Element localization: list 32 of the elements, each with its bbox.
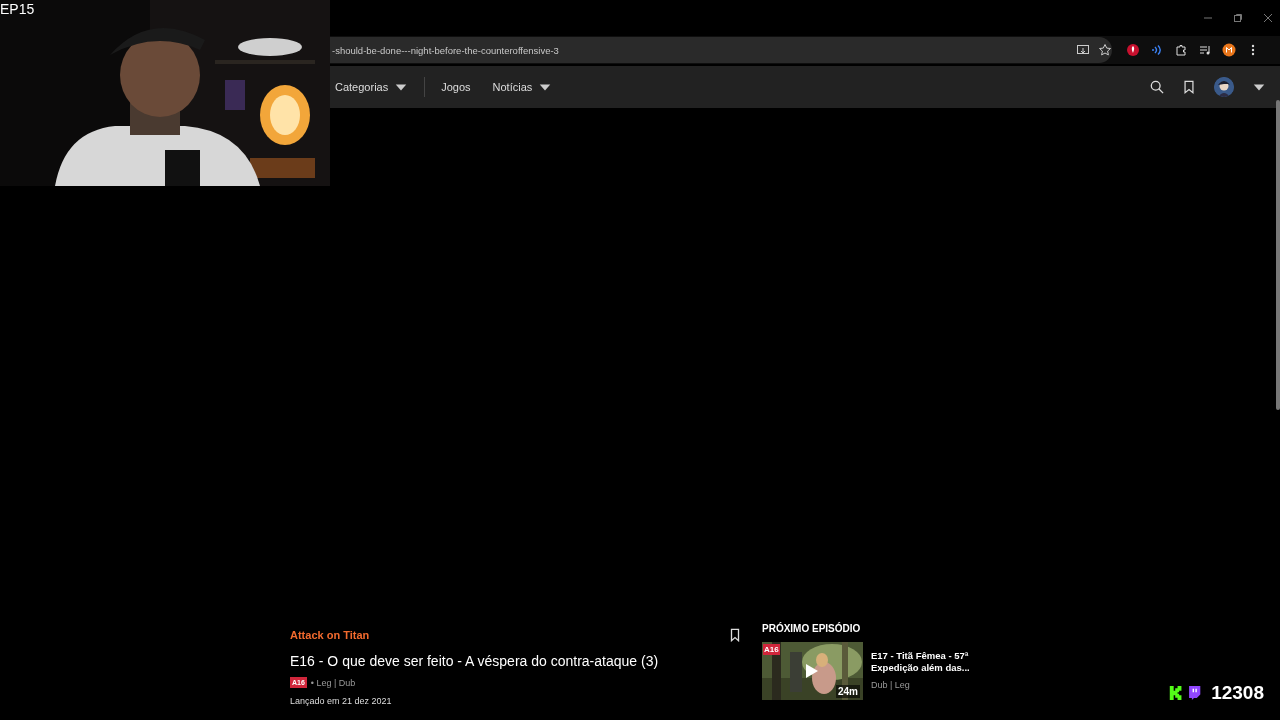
duration-label: 24m	[836, 685, 860, 698]
audio-options: Dub | Leg	[871, 680, 981, 690]
avatar-icon[interactable]	[1214, 77, 1234, 97]
scrollbar[interactable]	[1276, 100, 1280, 410]
episode-title: E16 - O que deve ser feito - A véspera do contra-ataque (3)	[290, 653, 660, 669]
extensions-icon[interactable]	[1174, 43, 1188, 57]
episode-label: EP15	[0, 1, 35, 17]
viewer-count: 12308	[1211, 682, 1264, 704]
nav-link[interactable]: Categorias	[335, 80, 419, 94]
restore-icon[interactable]	[1232, 12, 1244, 24]
play-icon[interactable]	[805, 663, 819, 679]
url-text: -should-be-done---night-before-the-counteroffensive-3	[332, 44, 560, 56]
nav-link[interactable]: Jogos	[441, 81, 481, 93]
install-app-icon[interactable]	[1076, 43, 1090, 57]
profile-avatar-icon[interactable]	[1222, 43, 1236, 57]
star-icon[interactable]	[1098, 43, 1112, 57]
audio-options: • Leg | Dub	[310, 677, 356, 688]
age-rating-badge: A16	[763, 644, 780, 655]
twitch-logo-icon	[1187, 686, 1202, 700]
signal-waves-icon[interactable]	[1150, 43, 1164, 57]
search-icon[interactable]	[1150, 80, 1164, 94]
bookmark-icon[interactable]	[728, 628, 742, 642]
section-heading: PRÓXIMO EPISÓDIO	[762, 623, 862, 634]
address-bar[interactable]: -should-be-done---night-before-the-counteroffensive-3	[330, 37, 1112, 63]
media-queue-icon[interactable]	[1198, 43, 1212, 57]
series-link[interactable]: Attack on Titan	[290, 629, 370, 641]
close-icon[interactable]	[1262, 12, 1274, 24]
bookmark-icon[interactable]	[1182, 80, 1196, 94]
next-episode-title[interactable]: E17 - Titã Fêmea - 57ª Expedição além das...	[871, 650, 981, 674]
kick-logo-icon	[1169, 686, 1184, 700]
nav-link[interactable]: Notícias	[492, 80, 563, 94]
release-date: Lançado em 21 dez 2021	[290, 696, 393, 706]
